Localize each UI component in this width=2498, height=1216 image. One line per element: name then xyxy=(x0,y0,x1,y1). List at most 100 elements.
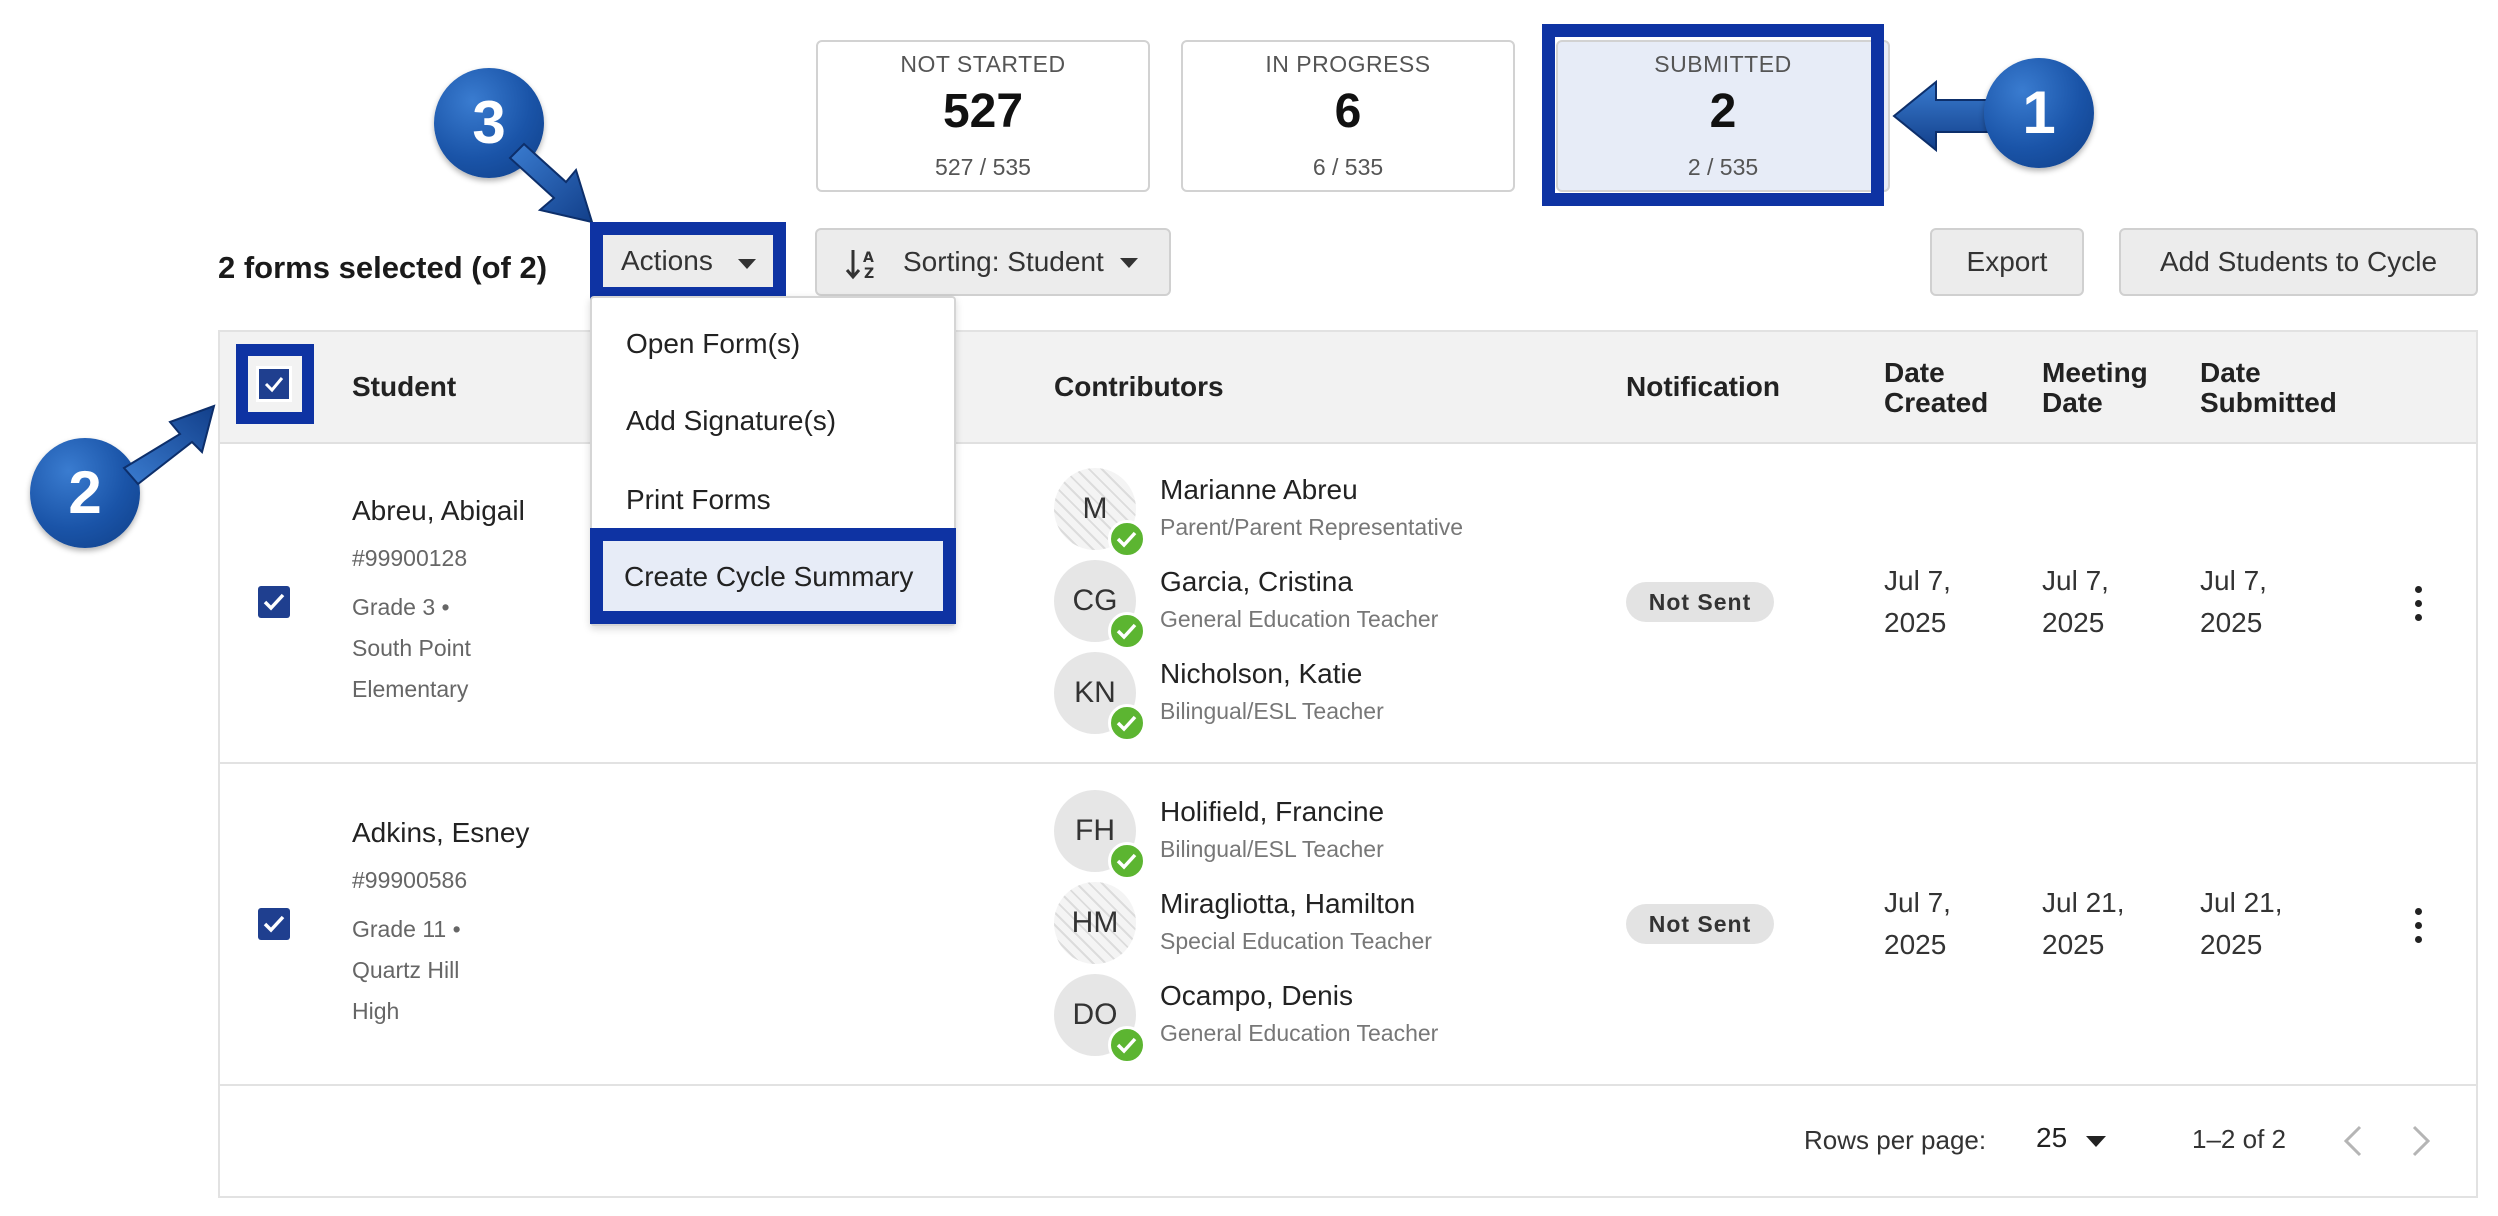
date-line: 2025 xyxy=(2042,607,2105,638)
callout-1: 1 xyxy=(1984,58,2094,168)
header-line: Created xyxy=(1884,387,1989,418)
student-school: Elementary xyxy=(352,676,469,702)
stat-fraction: 6 / 535 xyxy=(1312,154,1384,180)
contributor-role: Special Education Teacher xyxy=(1160,928,1432,954)
date-line: 2025 xyxy=(1884,607,1947,638)
header-meeting-date[interactable]: Meeting Date xyxy=(2042,358,2148,418)
contributor-name: Miragliotta, Hamilton xyxy=(1160,888,1416,919)
stat-fraction: 527 / 535 xyxy=(935,154,1031,180)
student-school: High xyxy=(352,998,400,1024)
check-badge-icon xyxy=(1108,612,1146,650)
date-line: Jul 7, xyxy=(1884,565,1951,596)
contributor-name: Nicholson, Katie xyxy=(1160,658,1363,689)
header-line: Date xyxy=(1884,357,1945,388)
arrow-up-right-icon xyxy=(122,404,216,486)
header-date-created[interactable]: Date Created xyxy=(1884,358,1988,418)
date-line: 2025 xyxy=(2200,607,2263,638)
contributor-role: General Education Teacher xyxy=(1160,606,1439,632)
caret-down-icon xyxy=(2086,1136,2106,1147)
check-badge-icon xyxy=(1108,1026,1146,1064)
stat-label: NOT STARTED xyxy=(900,51,1066,77)
sorting-button[interactable]: A Z Sorting: Student xyxy=(815,228,1171,296)
contributor-name: Ocampo, Denis xyxy=(1160,980,1353,1011)
contributor-name: Marianne Abreu xyxy=(1160,474,1358,505)
contributor-role: Bilingual/ESL Teacher xyxy=(1160,698,1384,724)
check-icon xyxy=(263,593,285,611)
row-checkbox[interactable] xyxy=(258,908,290,940)
notification-badge: Not Sent xyxy=(1626,582,1774,622)
chevron-right-icon[interactable] xyxy=(2410,1124,2432,1158)
menu-item-create-cycle-summary[interactable]: Create Cycle Summary xyxy=(590,528,956,624)
submitted-highlight xyxy=(1542,24,1884,206)
export-button[interactable]: Export xyxy=(1930,228,2084,296)
export-label: Export xyxy=(1966,246,2048,277)
menu-item-add-signatures[interactable]: Add Signature(s) xyxy=(626,405,836,437)
student-id: #99900128 xyxy=(352,545,468,571)
date-line: Jul 21, xyxy=(2200,887,2283,918)
header-line: Meeting xyxy=(2042,357,2148,388)
date-line: Jul 7, xyxy=(2200,565,2267,596)
notification-badge: Not Sent xyxy=(1626,904,1774,944)
student-id: #99900586 xyxy=(352,867,468,893)
stat-card-not-started[interactable]: NOT STARTED 527 527 / 535 xyxy=(816,40,1150,192)
sorting-label: Sorting: Student xyxy=(903,246,1104,277)
date-line: 2025 xyxy=(2042,929,2105,960)
menu-item-print-forms[interactable]: Print Forms xyxy=(626,484,771,516)
header-date-submitted[interactable]: Date Submitted xyxy=(2200,358,2337,418)
row-checkbox[interactable] xyxy=(258,586,290,618)
date-line: Jul 21, xyxy=(2042,887,2125,918)
caret-down-icon xyxy=(1120,258,1138,268)
header-line: Date xyxy=(2042,387,2103,418)
student-school: South Point xyxy=(352,635,471,661)
header-student[interactable]: Student xyxy=(352,372,456,402)
header-line: Date xyxy=(2200,357,2261,388)
student-name[interactable]: Adkins, Esney xyxy=(352,817,529,849)
check-badge-icon xyxy=(1108,842,1146,880)
stat-count: 6 xyxy=(1334,85,1362,138)
row-divider xyxy=(220,1084,2476,1086)
svg-text:Z: Z xyxy=(864,266,874,282)
actions-label: Actions xyxy=(621,245,713,276)
menu-item-label: Create Cycle Summary xyxy=(624,561,914,592)
kebab-icon[interactable] xyxy=(2413,584,2423,624)
contributor-role: Parent/Parent Representative xyxy=(1160,514,1464,540)
stat-label: IN PROGRESS xyxy=(1265,51,1431,77)
date-line: 2025 xyxy=(1884,929,1947,960)
date-line: Jul 7, xyxy=(1884,887,1951,918)
select-all-checkbox[interactable] xyxy=(256,366,292,402)
date-created: Jul 7, 2025 xyxy=(1884,560,2004,644)
date-line: 2025 xyxy=(2200,929,2263,960)
date-submitted: Jul 7, 2025 xyxy=(2200,560,2320,644)
stat-count: 527 xyxy=(942,85,1024,138)
student-grade: Grade 3 • xyxy=(352,594,450,620)
rows-per-page-label: Rows per page: xyxy=(1804,1125,1987,1155)
stat-card-in-progress[interactable]: IN PROGRESS 6 6 / 535 xyxy=(1181,40,1515,192)
header-contributors: Contributors xyxy=(1054,371,1224,402)
avatar: HM xyxy=(1054,882,1136,964)
meeting-date: Jul 7, 2025 xyxy=(2042,560,2162,644)
rows-per-page-value: 25 xyxy=(2036,1122,2068,1153)
student-school: Quartz Hill xyxy=(352,957,460,983)
student-grade: Grade 11 • xyxy=(352,916,461,942)
caret-down-icon xyxy=(738,259,756,269)
header-line: Submitted xyxy=(2200,387,2337,418)
add-students-label: Add Students to Cycle xyxy=(2159,246,2438,277)
arrow-down-right-icon xyxy=(508,142,594,224)
check-badge-icon xyxy=(1108,520,1146,558)
chevron-left-icon[interactable] xyxy=(2342,1124,2364,1158)
pagination-range: 1–2 of 2 xyxy=(2192,1124,2286,1154)
add-students-button[interactable]: Add Students to Cycle xyxy=(2119,228,2478,296)
actions-button[interactable]: Actions xyxy=(590,222,786,300)
menu-item-open-forms[interactable]: Open Form(s) xyxy=(626,328,800,360)
date-submitted: Jul 21, 2025 xyxy=(2200,882,2320,966)
rows-per-page-select[interactable]: 25 xyxy=(2036,1122,2116,1158)
check-badge-icon xyxy=(1108,704,1146,742)
contributor-name: Garcia, Cristina xyxy=(1160,566,1353,597)
student-name[interactable]: Abreu, Abigail xyxy=(352,495,525,527)
contributor-role: Bilingual/ESL Teacher xyxy=(1160,836,1384,862)
contributor-role: General Education Teacher xyxy=(1160,1020,1439,1046)
kebab-icon[interactable] xyxy=(2413,906,2423,946)
contributor-name: Holifield, Francine xyxy=(1160,796,1385,827)
svg-text:A: A xyxy=(863,250,874,266)
sort-icon: A Z xyxy=(845,250,874,282)
